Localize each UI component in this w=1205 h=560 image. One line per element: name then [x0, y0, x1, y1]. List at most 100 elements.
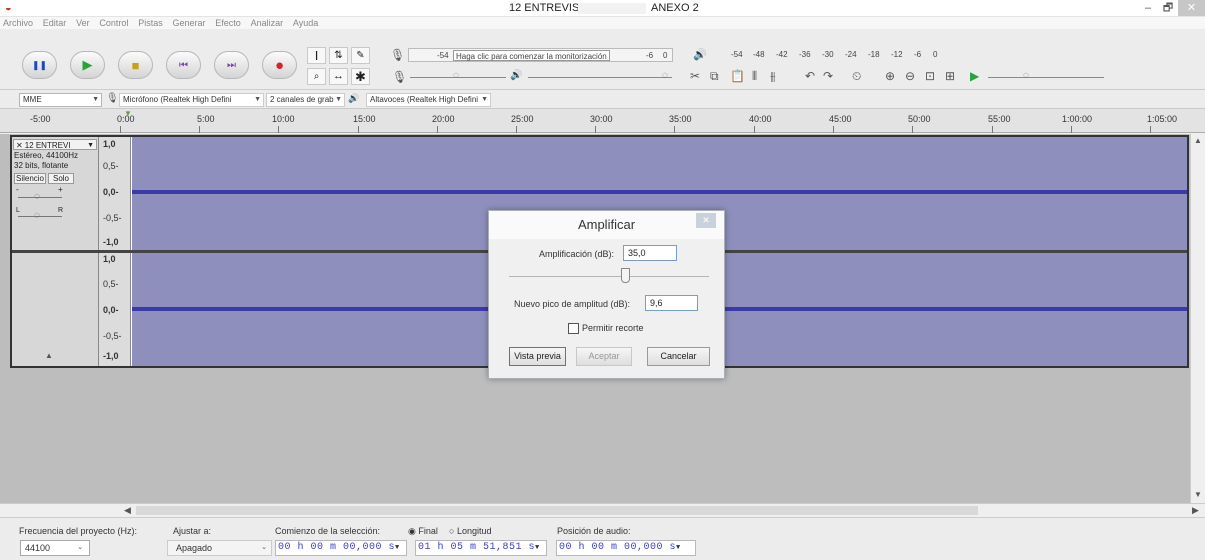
chevron-down-icon: ▼ [254, 96, 261, 103]
audio-host-select[interactable]: MME ▼ [19, 93, 102, 107]
copy-icon[interactable]: ⧉ [710, 69, 719, 84]
output-volume-slider[interactable] [528, 77, 672, 78]
selection-start-field[interactable]: 00 h 00 m 00,000 s▼ [275, 540, 407, 556]
play-head-marker[interactable]: ▼ [124, 109, 132, 118]
audio-position-field[interactable]: 00 h 00 m 00,000 s▼ [556, 540, 696, 556]
track-name-bar[interactable]: ✕ 12 ENTREVI ▼ [13, 139, 97, 150]
play-button[interactable]: ▶ [70, 51, 105, 79]
pan-slider[interactable] [18, 216, 62, 217]
input-volume-thumb[interactable]: ◌ [453, 70, 459, 81]
menu-ayuda[interactable]: Ayuda [293, 17, 318, 29]
track-format: Estéreo, 44100Hz [14, 151, 79, 160]
length-radio[interactable]: ○ Longitud [449, 526, 492, 536]
envelope-tool[interactable]: ⇅ [329, 47, 348, 64]
fit-selection-icon[interactable]: ⊡ [925, 69, 935, 83]
timeline-ruler[interactable]: -5:00 0:00 5:00 10:00 15:00 20:00 25:00 … [0, 109, 1205, 133]
play-icon: ▶ [82, 57, 93, 72]
play-at-speed-icon[interactable]: ▶ [970, 69, 979, 83]
solo-button[interactable]: Solo [48, 173, 74, 184]
skip-start-button[interactable]: ⏮ [166, 51, 201, 79]
ruler-label: 20:00 [432, 114, 455, 124]
collapse-track-button[interactable]: ▲ [45, 351, 53, 360]
input-device-select[interactable]: Micrófono (Realtek High Defini ▼ [119, 93, 264, 107]
menu-control[interactable]: Control [99, 17, 128, 29]
horizontal-scrollbar[interactable]: ◀ ▶ [0, 503, 1205, 517]
record-meter-max: 0 [663, 51, 668, 60]
menu-analizar[interactable]: Analizar [251, 17, 284, 29]
project-rate-select[interactable]: 44100 ⌄ [20, 540, 90, 556]
record-meter[interactable]: -54 Haga clic para comenzar la monitoriz… [408, 48, 673, 62]
channels-select[interactable]: 2 canales de grab ▼ [266, 93, 345, 107]
menu-ver[interactable]: Ver [76, 17, 90, 29]
mic-meter-icon[interactable]: 🎙 [390, 48, 405, 62]
record-button[interactable]: ● [262, 51, 297, 79]
menu-efecto[interactable]: Efecto [215, 17, 241, 29]
vertical-scrollbar[interactable]: ▲ ▼ [1190, 134, 1205, 503]
output-device-select[interactable]: Altavoces (Realtek High Defini ▼ [366, 93, 491, 107]
amplification-slider-track[interactable] [509, 276, 709, 277]
scroll-down-icon[interactable]: ▼ [1194, 490, 1202, 499]
gain-slider[interactable] [18, 197, 62, 198]
allow-clipping-checkbox[interactable] [568, 323, 579, 334]
play-meter-tick: 0 [933, 50, 938, 59]
trim-icon[interactable]: ⫴ [752, 69, 757, 84]
cut-icon[interactable]: ✂ [690, 69, 700, 83]
menu-bar: Archivo Editar Ver Control Pistas Genera… [0, 17, 1205, 29]
multi-tool[interactable]: ✱ [351, 68, 370, 85]
timeshift-tool[interactable]: ↔ [329, 68, 348, 85]
gain-thumb[interactable]: ◌ [34, 191, 40, 202]
snap-select[interactable]: Apagado ⌄ [167, 540, 272, 556]
end-radio[interactable]: ◉ Final [408, 526, 438, 537]
minimize-button[interactable]: – [1138, 0, 1158, 16]
chevron-down-icon: ▼ [395, 544, 400, 552]
close-track-icon[interactable]: ✕ [16, 141, 23, 150]
sync-lock-icon[interactable]: ⏲ [852, 69, 861, 84]
selection-tool[interactable]: I [307, 47, 326, 64]
zoom-out-icon[interactable]: ⊖ [905, 69, 915, 83]
play-speed-slider[interactable] [988, 77, 1104, 78]
draw-tool[interactable]: ✎ [351, 47, 370, 64]
zoom-tool[interactable]: ⌕ [307, 68, 326, 85]
end-option-label: Final [418, 526, 438, 536]
fit-project-icon[interactable]: ⊞ [945, 69, 955, 83]
pan-thumb[interactable]: ◌ [34, 210, 40, 221]
ruler-tick [199, 126, 200, 133]
pause-button[interactable]: ❚❚ [22, 51, 57, 79]
menu-editar[interactable]: Editar [43, 17, 67, 29]
paste-icon[interactable]: 📋 [730, 69, 745, 83]
menu-generar[interactable]: Generar [172, 17, 205, 29]
scroll-right-icon[interactable]: ▶ [1192, 505, 1199, 516]
stop-button[interactable]: ■ [118, 51, 153, 79]
horizontal-scroll-thumb[interactable] [136, 506, 978, 515]
speaker-meter-icon[interactable]: 🔊 [693, 48, 707, 61]
mute-button[interactable]: Silencio [14, 173, 46, 184]
play-speed-thumb[interactable]: ◌ [1023, 70, 1029, 81]
skip-end-button[interactable]: ⏭ [214, 51, 249, 79]
selection-end-field[interactable]: 01 h 05 m 51,851 s▼ [415, 540, 547, 556]
ruler-label: 50:00 [908, 114, 931, 124]
menu-archivo[interactable]: Archivo [3, 17, 33, 29]
output-volume-thumb[interactable]: ◌ [662, 70, 668, 81]
close-button[interactable]: ✕ [1178, 0, 1205, 16]
redo-icon[interactable]: ↷ [823, 69, 833, 83]
selection-end-value: 01 h 05 m 51,851 s [418, 542, 536, 553]
menu-pistas[interactable]: Pistas [138, 17, 163, 29]
amplification-input[interactable]: 35,0 [623, 245, 677, 261]
dialog-close-button[interactable]: ✕ [696, 213, 716, 228]
cancel-button[interactable]: Cancelar [647, 347, 710, 366]
chevron-down-icon[interactable]: ▼ [87, 140, 94, 151]
preview-button[interactable]: Vista previa [509, 347, 566, 366]
silence-icon[interactable]: ⫵ [770, 69, 776, 84]
undo-icon[interactable]: ↶ [805, 69, 815, 83]
scroll-up-icon[interactable]: ▲ [1194, 136, 1202, 145]
ruler-tick [437, 126, 438, 133]
accept-button[interactable]: Aceptar [576, 347, 632, 366]
playback-meter[interactable]: -54 -48 -42 -36 -30 -24 -18 -12 -6 0 [725, 48, 970, 62]
amplification-slider-thumb[interactable] [621, 268, 630, 283]
scroll-left-icon[interactable]: ◀ [124, 505, 131, 516]
maximize-button[interactable]: 🗗 [1158, 0, 1178, 16]
play-meter-tick: -24 [845, 50, 857, 59]
new-peak-input[interactable]: 9,6 [645, 295, 698, 311]
chevron-down-icon: ⌄ [77, 544, 83, 551]
zoom-in-icon[interactable]: ⊕ [885, 69, 895, 83]
